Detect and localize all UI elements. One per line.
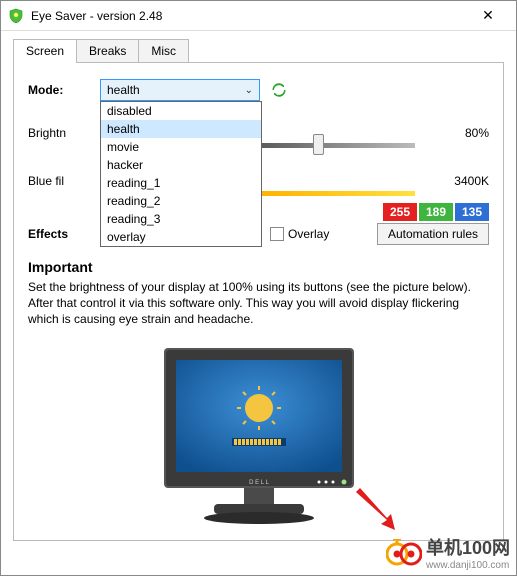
mode-option-movie[interactable]: movie (101, 138, 261, 156)
brightness-value: 80% (429, 126, 489, 140)
important-text: Set the brightness of your display at 10… (28, 279, 489, 328)
shield-icon (7, 7, 25, 25)
screen-panel: Mode: health ⌄ disabled health movie hac… (13, 62, 504, 541)
mode-option-reading-1[interactable]: reading_1 (101, 174, 261, 192)
watermark: 单机100网 www.danji100.com (386, 534, 510, 571)
refresh-icon[interactable] (270, 81, 288, 99)
rgb-blue-badge: 135 (455, 203, 489, 221)
mode-option-disabled[interactable]: disabled (101, 102, 261, 120)
mode-option-overlay[interactable]: overlay (101, 228, 261, 246)
watermark-name: 单机100网 (426, 534, 510, 560)
effects-label: Effects (28, 227, 100, 241)
mode-row: Mode: health ⌄ disabled health movie hac… (28, 79, 489, 101)
bluefilter-value: 3400K (429, 174, 489, 188)
mode-dropdown: disabled health movie hacker reading_1 r… (100, 101, 262, 247)
overlay-checkbox[interactable] (270, 227, 284, 241)
mode-option-health[interactable]: health (101, 120, 261, 138)
brightness-thumb[interactable] (313, 134, 324, 155)
rgb-green-badge: 189 (419, 203, 453, 221)
mode-option-reading-2[interactable]: reading_2 (101, 192, 261, 210)
tab-breaks[interactable]: Breaks (76, 39, 139, 63)
svg-text:D E L L: D E L L (249, 480, 269, 486)
brightness-label: Brightn (28, 126, 100, 140)
watermark-logo-icon (386, 539, 422, 567)
important-block: Important Set the brightness of your dis… (28, 259, 489, 328)
chevron-down-icon: ⌄ (245, 85, 253, 96)
monitor-image: D E L L (28, 340, 489, 530)
overlay-check-wrap: Overlay (270, 227, 329, 241)
overlay-checkbox-label: Overlay (288, 227, 329, 241)
mode-option-reading-3[interactable]: reading_3 (101, 210, 261, 228)
mode-selected-value: health (107, 83, 140, 97)
close-button[interactable]: ✕ (466, 1, 510, 31)
tab-misc[interactable]: Misc (138, 39, 189, 63)
tab-bar: Screen Breaks Misc (13, 39, 504, 63)
tab-screen[interactable]: Screen (13, 39, 77, 63)
red-arrow-icon (351, 484, 401, 534)
mode-label: Mode: (28, 83, 100, 97)
bluefilter-label: Blue fil (28, 174, 100, 188)
mode-select[interactable]: health ⌄ (100, 79, 260, 101)
automation-rules-button[interactable]: Automation rules (377, 223, 489, 245)
mode-option-hacker[interactable]: hacker (101, 156, 261, 174)
title-bar: Eye Saver - version 2.48 ✕ (1, 1, 516, 31)
rgb-red-badge: 255 (383, 203, 417, 221)
watermark-url: www.danji100.com (426, 560, 510, 571)
window-title: Eye Saver - version 2.48 (31, 9, 466, 23)
important-heading: Important (28, 259, 489, 275)
